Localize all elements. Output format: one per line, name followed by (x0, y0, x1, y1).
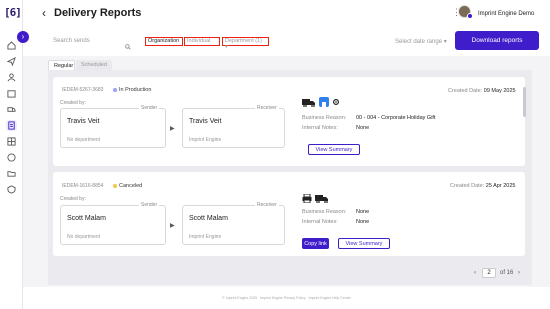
avatar-badge (467, 13, 473, 19)
status-dot (113, 184, 117, 188)
created-date: Created Date: 25 Apr 2025 (450, 183, 515, 189)
filter-chip-department-label: Department (1) (225, 38, 262, 44)
prev-page-icon[interactable]: ‹ (474, 270, 476, 276)
reports-icon[interactable] (6, 120, 17, 131)
chart-icon[interactable] (6, 152, 17, 163)
download-reports-button[interactable]: Download reports (455, 31, 539, 50)
view-summary-button[interactable]: View Summary (308, 144, 360, 155)
back-icon[interactable]: ‹ (42, 6, 46, 20)
arrow-right-icon: ▶ (170, 223, 175, 229)
tab-scheduled[interactable]: Scheduled (76, 60, 112, 70)
building-icon (319, 97, 329, 108)
user-name[interactable]: Imprint Engine Demo (478, 11, 534, 17)
footer: © Imprint Engine 2025 · Imprint Engine P… (23, 287, 550, 309)
report-card: IEDEM-5267-3683 In Production Created by… (53, 77, 525, 166)
arrow-right-icon: ▶ (170, 126, 175, 132)
page-total: of 16 (500, 270, 514, 276)
grid-icon[interactable] (6, 136, 17, 147)
search-placeholder: Search sends (53, 38, 90, 44)
box-icon[interactable] (6, 88, 17, 99)
shield-icon[interactable] (6, 184, 17, 195)
sender-card: Sender Travis Veit No department (60, 105, 166, 148)
created-by-label: Created by: (60, 196, 86, 202)
report-id: IEDEM-1616-8854 (62, 183, 104, 189)
created-date-value: 09 May 2025 (483, 88, 516, 94)
business-reason-value: None (356, 209, 370, 215)
sender-name: Scott Malam (67, 215, 106, 222)
view-summary-button[interactable]: View Summary (338, 238, 390, 249)
search-icon[interactable] (125, 37, 131, 55)
folder-icon[interactable] (6, 168, 17, 179)
sidebar-collapse-button[interactable]: › (17, 31, 29, 43)
internal-notes-label: Internal Notes: (302, 219, 338, 225)
business-reason-label: Business Reason: (302, 209, 347, 215)
status-badge: Canceled (119, 183, 143, 189)
truck-icon (315, 195, 328, 203)
sender-name: Travis Veit (67, 118, 100, 125)
date-range-select[interactable]: Select date range ▾ (395, 38, 447, 45)
tab-regular[interactable]: Regular (48, 60, 75, 70)
business-reason-value: 00 - 004 - Corporate Holiday Gift (356, 115, 436, 121)
receiver-name: Scott Malam (189, 215, 228, 222)
receiver-org: Imprint Engine (189, 234, 222, 240)
page-title: Delivery Reports (54, 7, 142, 19)
internal-notes-value: None (356, 219, 370, 225)
filter-chip-organization[interactable]: Organization (145, 37, 183, 46)
internal-notes-label: Internal Notes: (302, 125, 338, 131)
report-card: IEDEM-1616-8854 Canceled Created by: Sen… (53, 172, 525, 256)
sender-dept: No department (67, 137, 101, 143)
delivery-icons (302, 194, 329, 203)
sender-card: Sender Scott Malam No department (60, 202, 166, 245)
filter-chip-department[interactable]: Department (1) ▾ (222, 37, 269, 50)
receiver-name: Travis Veit (189, 118, 222, 125)
date-range-label: Select date range (395, 39, 443, 45)
truck-icon (302, 98, 315, 107)
status-dot (113, 88, 117, 92)
business-reason-label: Business Reason: (302, 115, 347, 121)
receiver-card: Receiver Travis Veit Imprint Engine (182, 105, 285, 148)
receiver-card: Receiver Scott Malam Imprint Engine (182, 202, 285, 245)
sender-tag: Sender (139, 105, 160, 111)
truck-nav-icon[interactable] (6, 104, 17, 115)
printer-icon (302, 194, 312, 203)
copy-link-button[interactable]: Copy link (302, 238, 329, 249)
receiver-tag: Receiver (255, 105, 279, 111)
delivery-icons (302, 97, 340, 108)
sender-dept: No department (67, 234, 101, 240)
scrollbar[interactable] (523, 87, 526, 117)
report-id: IEDEM-5267-3683 (62, 87, 104, 93)
home-icon[interactable] (6, 40, 17, 51)
receiver-org: Imprint Engine (189, 137, 222, 143)
gear-icon (333, 99, 339, 105)
app-logo[interactable]: [6] (4, 6, 22, 19)
receiver-tag: Receiver (255, 202, 279, 208)
page-number-input[interactable]: 2 (482, 268, 496, 278)
next-page-icon[interactable]: › (518, 270, 520, 276)
created-date-value: 25 Apr 2025 (485, 183, 516, 189)
users-icon[interactable] (6, 72, 17, 83)
internal-notes-value: None (356, 125, 370, 131)
created-date: Created Date: 09 May 2025 (448, 88, 516, 94)
sender-tag: Sender (139, 202, 160, 208)
created-by-label: Created by: (60, 100, 86, 106)
sidebar: [6] (0, 0, 23, 309)
status-badge: In Production (119, 87, 152, 93)
filter-chip-individual[interactable]: Individual (184, 37, 220, 46)
created-date-label: Created Date: (448, 88, 483, 94)
created-date-label: Created Date: (450, 183, 485, 189)
send-icon[interactable] (6, 56, 17, 67)
